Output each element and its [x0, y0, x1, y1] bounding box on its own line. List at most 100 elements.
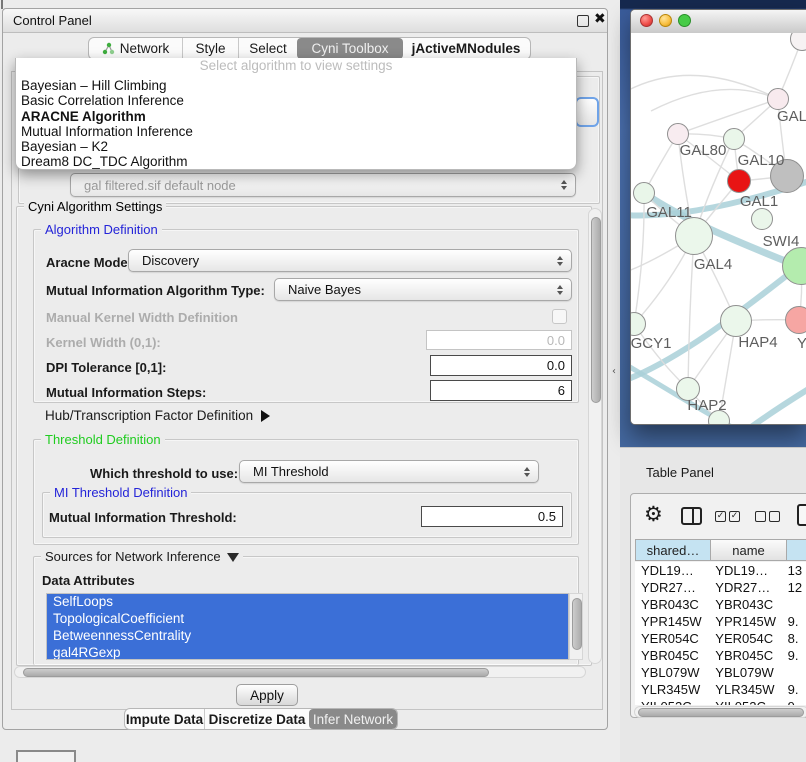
network-node-gal4[interactable]	[675, 217, 713, 255]
table-row[interactable]: YLR345WYLR345W9.	[635, 681, 806, 698]
deselect-all-checkbox-icon2[interactable]	[769, 511, 780, 522]
select-all-checkbox-icon[interactable]: ✓	[715, 511, 726, 522]
hub-definition-expander[interactable]: Hub/Transcription Factor Definition	[45, 407, 270, 425]
algorithm-definition-group: Algorithm Definition Aracne Mode: Discov…	[33, 229, 579, 403]
float-window-icon[interactable]	[577, 15, 589, 27]
data-attributes-list[interactable]: SelfLoops TopologicalCoefficient Between…	[46, 593, 569, 660]
dropdown-item-aracne[interactable]: ARACNE Algorithm	[16, 109, 576, 124]
table-row[interactable]: YBR043CYBR043C	[635, 596, 806, 613]
bottom-tab-impute-data[interactable]: Impute Data	[125, 709, 204, 729]
dropdown-item-bayesian-k2[interactable]: Bayesian – K2	[16, 139, 576, 154]
minimized-panel-stub[interactable]	[16, 750, 76, 762]
which-threshold-combo[interactable]: MI Threshold	[239, 460, 539, 483]
settings-hscrollbar-track[interactable]	[14, 666, 586, 678]
list-scrollbar-thumb[interactable]	[572, 598, 582, 650]
table-row[interactable]: YBR045CYBR045C9.	[635, 647, 806, 664]
table-header-partial[interactable]	[787, 539, 806, 561]
spinner-icon	[524, 467, 530, 477]
network-node-gal1[interactable]	[727, 169, 751, 193]
table-row[interactable]: YPR145WYPR145W9.	[635, 613, 806, 630]
kernel-width-field[interactable]: 0.0	[426, 330, 572, 350]
network-window-titlebar[interactable]	[631, 10, 806, 34]
mi-algorithm-type-combo[interactable]: Naive Bayes	[274, 278, 572, 301]
network-node-hap4[interactable]	[720, 305, 752, 337]
new-table-icon[interactable]	[797, 504, 806, 526]
aracne-mode-combo[interactable]: Discovery	[128, 249, 572, 272]
close-panel-icon[interactable]: ✖	[594, 11, 606, 27]
table-hscrollbar-track[interactable]	[634, 706, 806, 718]
minimize-traffic-light-icon[interactable]	[659, 14, 672, 27]
list-item-gal4rgexp[interactable]: gal4RGexp	[47, 645, 568, 660]
network-node[interactable]	[751, 208, 773, 230]
dropdown-placeholder: Select algorithm to view settings	[16, 58, 576, 78]
sources-title[interactable]: Sources for Network Inference	[41, 549, 243, 564]
which-threshold-label: Which threshold to use:	[90, 466, 238, 481]
node-label: GAL1	[740, 193, 778, 210]
bottom-tabbar: Impute Data Discretize Data Infer Networ…	[124, 708, 398, 730]
network-node-gal[interactable]	[767, 88, 789, 110]
select-all-checkbox-icon2[interactable]: ✓	[729, 511, 740, 522]
manual-kernel-width-checkbox[interactable]	[552, 309, 567, 324]
settings-vscrollbar-track[interactable]	[588, 208, 602, 664]
focused-combo-fragment[interactable]	[575, 97, 599, 127]
table-header-shared-name[interactable]: shared…	[635, 539, 711, 561]
table-hscrollbar-thumb[interactable]	[638, 708, 804, 717]
apply-button[interactable]: Apply	[236, 684, 298, 706]
list-item-selfloops[interactable]: SelfLoops	[47, 594, 568, 611]
sources-group: Sources for Network Inference Data Attri…	[33, 556, 579, 665]
tab-style[interactable]: Style	[182, 38, 238, 59]
zoom-traffic-light-icon[interactable]	[678, 14, 691, 27]
table-row[interactable]: YDL19…YDL19…13	[635, 562, 806, 579]
threshold-definition-title: Threshold Definition	[41, 432, 165, 447]
mi-threshold-definition-title: MI Threshold Definition	[50, 485, 191, 500]
dpi-tolerance-label: DPI Tolerance [0,1]:	[46, 360, 166, 375]
settings-vscrollbar-thumb[interactable]	[591, 217, 601, 403]
network-node-gal11[interactable]	[633, 182, 655, 204]
mi-algorithm-type-label: Mutual Information Algorithm Type:	[46, 283, 265, 298]
mi-threshold-field[interactable]: 0.5	[421, 506, 563, 527]
gear-icon[interactable]: ⚙	[644, 502, 663, 526]
dropdown-item-basic-correlation[interactable]: Basic Correlation Inference	[16, 93, 576, 108]
mi-steps-field[interactable]: 6	[430, 380, 572, 401]
mi-threshold-label: Mutual Information Threshold:	[49, 510, 237, 525]
bottom-tab-discretize-data[interactable]: Discretize Data	[204, 709, 309, 729]
network-view-window[interactable]: GAL GAL80 GAL10 GAL1 GAL11 GAL4 SWI4 HAP…	[630, 9, 806, 425]
data-attributes-label: Data Attributes	[42, 573, 135, 588]
tab-network[interactable]: Network	[89, 38, 182, 59]
node-label: GAL4	[694, 256, 732, 273]
table-header-name[interactable]: name	[711, 539, 787, 561]
cyni-algorithm-settings-group: Cyni Algorithm Settings Algorithm Defini…	[16, 206, 592, 666]
algorithm-definition-title: Algorithm Definition	[41, 222, 162, 237]
list-item-topologicalcoefficient[interactable]: TopologicalCoefficient	[47, 611, 568, 628]
list-item-betweennesscentrality[interactable]: BetweennessCentrality	[47, 628, 568, 645]
list-scrollbar-track[interactable]	[569, 593, 583, 660]
node-label: SWI4	[763, 233, 800, 250]
deselect-all-checkbox-icon[interactable]	[755, 511, 766, 522]
dropdown-item-dream8[interactable]: Dream8 DC_TDC Algorithm	[16, 154, 576, 169]
expand-right-arrow-icon	[261, 410, 270, 422]
algorithm-dropdown[interactable]: Select algorithm to view settings Bayesi…	[15, 58, 577, 170]
table-row[interactable]: YER054CYER054C8.	[635, 630, 806, 647]
divider-grip-icon[interactable]: ‹	[612, 366, 616, 377]
network-node-salmon[interactable]	[785, 306, 806, 334]
tab-jactivemnodules[interactable]: jActiveMNodules	[403, 38, 529, 59]
dropdown-item-bayesian-hill-climbing[interactable]: Bayesian – Hill Climbing	[16, 78, 576, 93]
network-file-combo[interactable]: gal filtered.sif default node	[70, 173, 576, 197]
dropdown-item-mutual-information[interactable]: Mutual Information Inference	[16, 124, 576, 139]
spinner-icon	[557, 285, 563, 295]
node-label: GAL	[777, 108, 806, 125]
bottom-tab-infer-network[interactable]: Infer Network	[309, 709, 397, 729]
table-body[interactable]: YDL19…YDL19…13 YDR27…YDR27…12 YBR043CYBR…	[635, 562, 806, 705]
dpi-tolerance-field[interactable]: 0.0	[430, 355, 572, 376]
tab-cyni-toolbox[interactable]: Cyni Toolbox	[297, 38, 403, 59]
close-traffic-light-icon[interactable]	[640, 14, 653, 27]
mi-threshold-definition-group: MI Threshold Definition Mutual Informati…	[42, 492, 572, 538]
table-header-row: shared… name	[635, 539, 806, 561]
table-row[interactable]: YIL052CYIL052C9	[635, 698, 806, 705]
table-row[interactable]: YBL079WYBL079W	[635, 664, 806, 681]
tab-select[interactable]: Select	[238, 38, 297, 59]
settings-hscrollbar-thumb[interactable]	[23, 668, 489, 677]
columns-icon[interactable]	[681, 507, 702, 525]
network-canvas[interactable]: GAL GAL80 GAL10 GAL1 GAL11 GAL4 SWI4 HAP…	[631, 33, 806, 425]
table-row[interactable]: YDR27…YDR27…12	[635, 579, 806, 596]
